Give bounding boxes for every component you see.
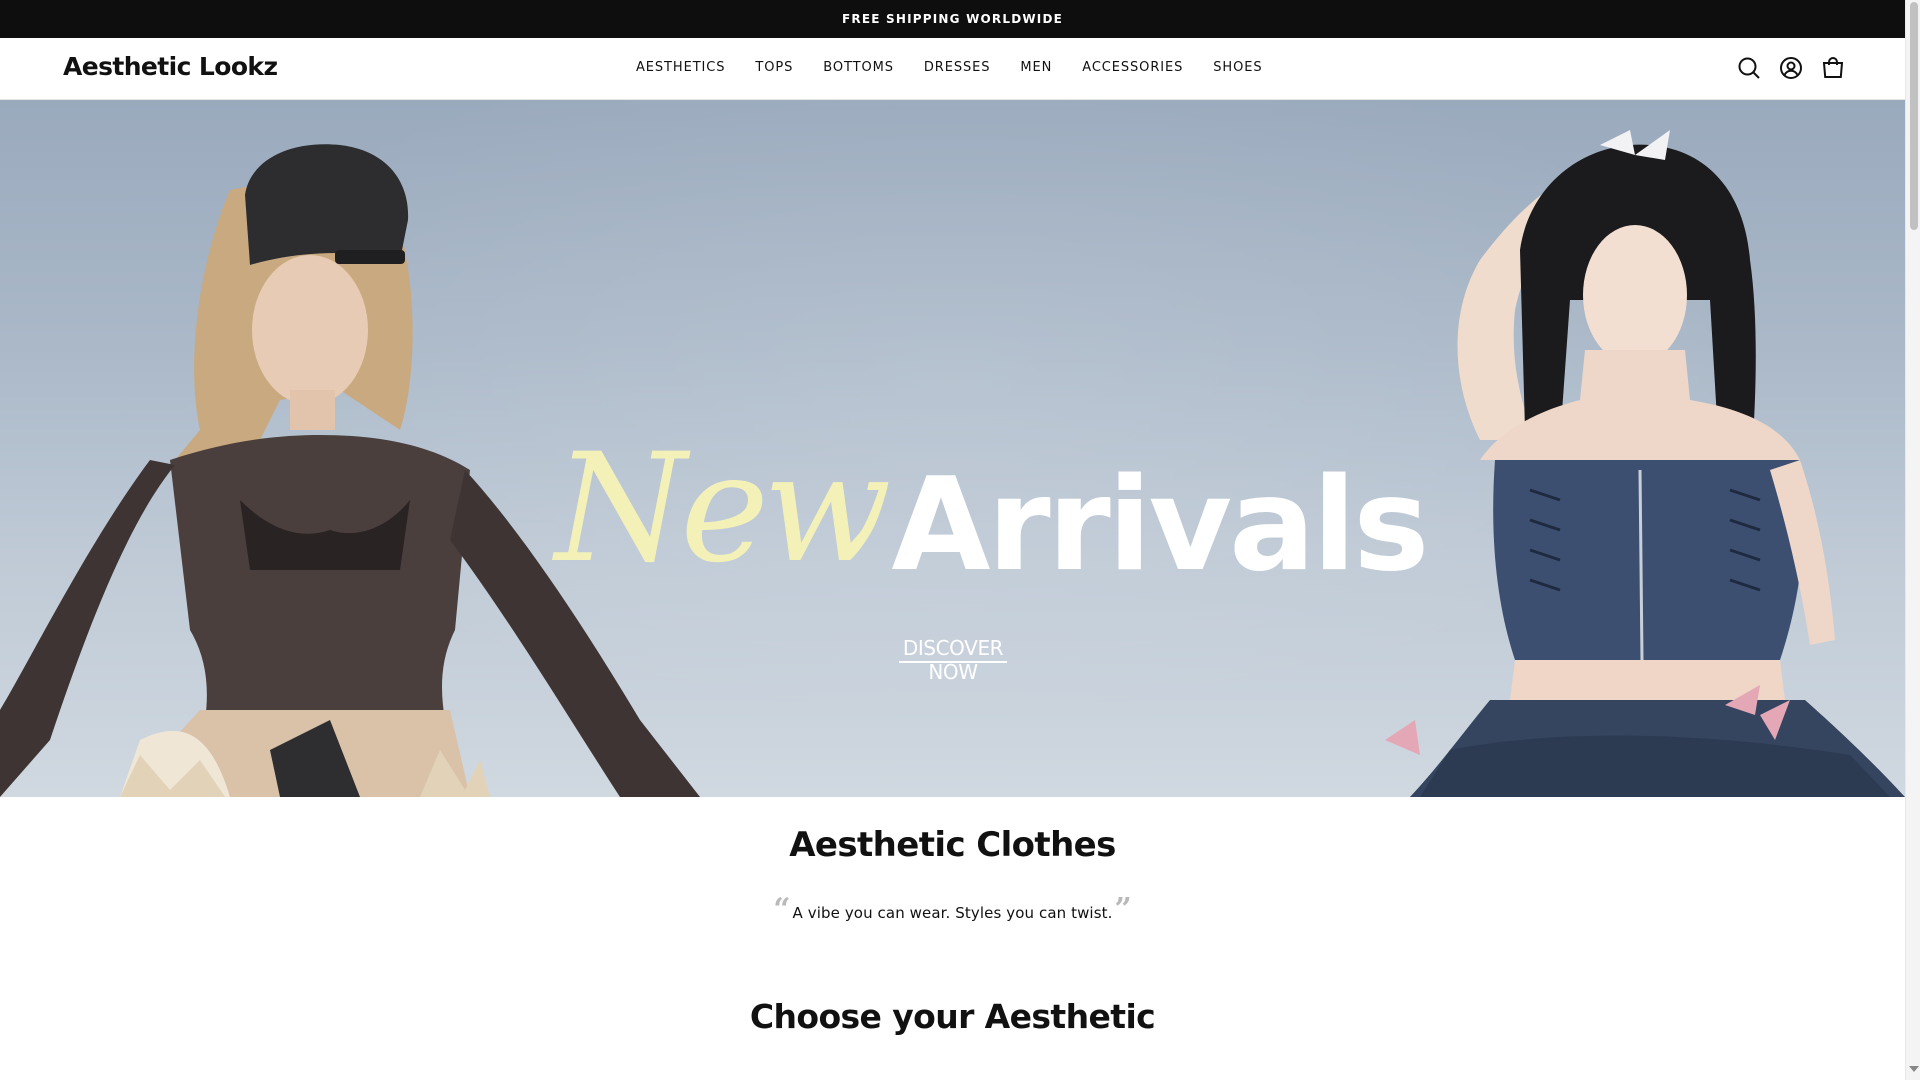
tagline-text: A vibe you can wear. Styles you can twis… [792, 904, 1113, 922]
hero-banner[interactable]: New Arrivals DISCOVER NOW [0, 100, 1905, 797]
nav-item-men[interactable]: MEN [1020, 60, 1052, 75]
section-heading-aesthetic-clothes: Aesthetic Clothes [789, 825, 1116, 865]
search-icon[interactable] [1737, 56, 1761, 80]
open-quote-icon: “ [773, 892, 791, 927]
account-icon[interactable] [1779, 56, 1803, 80]
scroll-down-arrow-icon[interactable] [1909, 1066, 1919, 1072]
page: FREE SHIPPING WORLDWIDE Aesthetic Lookz … [0, 0, 1905, 1080]
scrollbar-thumb[interactable] [1910, 2, 1918, 230]
header-icons [1737, 56, 1845, 80]
nav-item-shoes[interactable]: SHOES [1213, 60, 1262, 75]
tagline-quote: “ A vibe you can wear. Styles you can tw… [0, 892, 1905, 927]
discover-now-link[interactable]: DISCOVER NOW [876, 636, 1030, 684]
section-heading-choose-aesthetic: Choose your Aesthetic [749, 997, 1156, 1036]
hero-title-main: Arrivals [891, 451, 1429, 600]
site-logo[interactable]: Aesthetic Lookz [63, 52, 278, 81]
nav-item-bottoms[interactable]: BOTTOMS [823, 60, 894, 75]
hero-title-script: New [555, 422, 891, 596]
cart-icon[interactable] [1821, 56, 1845, 80]
nav-item-aesthetics[interactable]: AESTHETICS [636, 60, 725, 75]
nav-item-dresses[interactable]: DRESSES [924, 60, 991, 75]
site-header: Aesthetic Lookz AESTHETICS TOPS BOTTOMS … [0, 38, 1905, 100]
cta-underline [899, 661, 1007, 663]
nav-item-tops[interactable]: TOPS [755, 60, 793, 75]
nav-item-accessories[interactable]: ACCESSORIES [1082, 60, 1183, 75]
hero-title: New Arrivals [555, 390, 1429, 600]
announcement-bar: FREE SHIPPING WORLDWIDE [0, 0, 1905, 38]
page-scrollbar[interactable] [1905, 0, 1920, 1080]
close-quote-icon: ” [1114, 892, 1132, 927]
main-nav: AESTHETICS TOPS BOTTOMS DRESSES MEN ACCE… [636, 60, 1293, 75]
announcement-text: FREE SHIPPING WORLDWIDE [841, 12, 1064, 26]
